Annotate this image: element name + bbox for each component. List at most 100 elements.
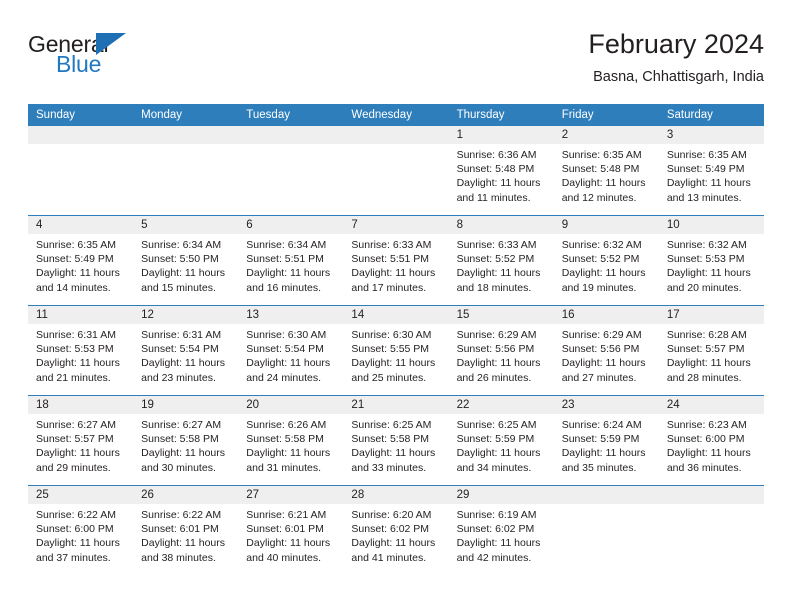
day-detail-line: and 42 minutes.	[456, 551, 532, 564]
day-number[interactable]: 26	[133, 486, 238, 504]
day-number[interactable]: 27	[238, 486, 343, 504]
day-number[interactable]: 7	[343, 216, 448, 234]
day-detail-line: and 18 minutes.	[456, 281, 532, 294]
day-detail-line: and 34 minutes.	[456, 461, 532, 474]
day-number[interactable]: 14	[343, 306, 448, 324]
day-detail-line: and 23 minutes.	[141, 371, 216, 384]
day-number[interactable]: 28	[343, 486, 448, 504]
day-number[interactable]: 9	[554, 216, 659, 234]
day-detail-line: Daylight: 11 hours	[666, 177, 751, 190]
day-number[interactable]: 17	[659, 306, 764, 324]
day-detail-line: Sunrise: 6:31 AM	[36, 329, 116, 341]
calendar-week-row: 11 12 13 14 15 16 17 Sunrise: 6:31 AM Sunset: 5:…	[28, 305, 764, 395]
day-detail-line: Sunset: 5:48 PM	[561, 163, 640, 176]
day-cell[interactable]: Sunrise: 6:25 AM Sunset: 5:59 PM Daylight:…	[449, 414, 554, 485]
day-number[interactable]: 29	[449, 486, 554, 504]
day-cell[interactable]: Sunrise: 6:19 AM Sunset: 6:02 PM Daylight:…	[449, 504, 554, 572]
day-cell[interactable]: Sunrise: 6:24 AM Sunset: 5:59 PM Daylight:…	[554, 414, 659, 485]
day-detail-line: and 12 minutes.	[561, 191, 637, 204]
day-cell[interactable]: Sunrise: 6:30 AM Sunset: 5:55 PM Daylight:…	[343, 324, 448, 395]
day-detail-line: Sunrise: 6:34 AM	[246, 239, 327, 251]
day-detail-line: Daylight: 11 hours	[141, 357, 225, 370]
day-number[interactable]: 10	[659, 216, 764, 234]
day-number[interactable]: 1	[449, 126, 554, 144]
day-number[interactable]: 19	[133, 396, 238, 414]
day-cell[interactable]: Sunrise: 6:35 AM Sunset: 5:49 PM Daylight:…	[28, 234, 133, 305]
day-cell[interactable]: Sunrise: 6:28 AM Sunset: 5:57 PM Daylight:…	[659, 324, 764, 395]
day-cell-empty	[343, 144, 448, 215]
day-detail-line: Sunrise: 6:35 AM	[666, 149, 747, 161]
day-number[interactable]: 24	[659, 396, 764, 414]
day-cell[interactable]: Sunrise: 6:29 AM Sunset: 5:56 PM Daylight:…	[554, 324, 659, 395]
day-detail-line: and 31 minutes.	[246, 461, 321, 474]
day-detail-line: Sunrise: 6:35 AM	[36, 239, 116, 251]
day-cell[interactable]: Sunrise: 6:23 AM Sunset: 6:00 PM Daylight:…	[659, 414, 764, 485]
week-daynumber-band: 123	[28, 126, 764, 144]
day-detail-line: and 21 minutes.	[36, 371, 111, 384]
day-cell[interactable]: Sunrise: 6:22 AM Sunset: 6:00 PM Daylight:…	[28, 504, 133, 572]
day-detail-line: and 15 minutes.	[141, 281, 216, 294]
day-detail-line: and 40 minutes.	[246, 551, 321, 564]
day-detail-line: Daylight: 11 hours	[456, 357, 541, 370]
week-daynumber-band: 11 12 13 14 15 16 17	[28, 306, 764, 324]
day-cell[interactable]: Sunrise: 6:35 AM Sunset: 5:49 PM Daylight:…	[659, 144, 764, 215]
calendar-week-row: 1 2 3 Sunrise: 6:36 AM Sunset: 5:48 PM Daylig…	[28, 126, 764, 215]
day-detail-line: Sunrise: 6:25 AM	[456, 419, 537, 431]
day-cell-empty	[28, 144, 133, 215]
brand-logo[interactable]: General Blue	[28, 28, 168, 76]
day-cell[interactable]: Sunrise: 6:21 AM Sunset: 6:01 PM Daylight:…	[238, 504, 343, 572]
day-cell[interactable]: Sunrise: 6:34 AM Sunset: 5:50 PM Daylight:…	[133, 234, 238, 305]
day-number[interactable]: 18	[28, 396, 133, 414]
day-cell[interactable]: Sunrise: 6:27 AM Sunset: 5:58 PM Daylight:…	[133, 414, 238, 485]
day-number[interactable]: 8	[449, 216, 554, 234]
day-detail-line: Daylight: 11 hours	[561, 357, 646, 370]
day-cell[interactable]: Sunrise: 6:32 AM Sunset: 5:53 PM Daylight:…	[659, 234, 764, 305]
day-number[interactable]: 11	[28, 306, 133, 324]
day-number[interactable]: 25	[28, 486, 133, 504]
day-cell-empty	[238, 144, 343, 215]
day-cell[interactable]: Sunrise: 6:35 AM Sunset: 5:48 PM Daylight:…	[554, 144, 659, 215]
day-cell[interactable]: Sunrise: 6:33 AM Sunset: 5:51 PM Daylight:…	[343, 234, 448, 305]
day-cell[interactable]: Sunrise: 6:27 AM Sunset: 5:57 PM Daylight:…	[28, 414, 133, 485]
day-cell[interactable]: Sunrise: 6:29 AM Sunset: 5:56 PM Daylight:…	[449, 324, 554, 395]
day-cell[interactable]: Sunrise: 6:26 AM Sunset: 5:58 PM Daylight:…	[238, 414, 343, 485]
day-number[interactable]: 3	[659, 126, 764, 144]
day-number[interactable]: 21	[343, 396, 448, 414]
day-number[interactable]: 6	[238, 216, 343, 234]
day-cell[interactable]: Sunrise: 6:20 AM Sunset: 6:02 PM Daylight:…	[343, 504, 448, 572]
day-number[interactable]: 22	[449, 396, 554, 414]
day-detail-line: Daylight: 11 hours	[456, 267, 541, 280]
day-number[interactable]: 5	[133, 216, 238, 234]
day-detail-line: Daylight: 11 hours	[351, 357, 436, 370]
day-cell[interactable]: Sunrise: 6:31 AM Sunset: 5:54 PM Daylight:…	[133, 324, 238, 395]
day-detail-line: Daylight: 11 hours	[246, 447, 331, 460]
day-number[interactable]: 15	[449, 306, 554, 324]
day-detail-line: and 27 minutes.	[561, 371, 637, 384]
day-detail-line: Sunrise: 6:26 AM	[246, 419, 327, 431]
day-cell[interactable]: Sunrise: 6:30 AM Sunset: 5:54 PM Daylight:…	[238, 324, 343, 395]
day-detail-line: and 16 minutes.	[246, 281, 321, 294]
day-number-empty	[343, 126, 448, 144]
day-cell[interactable]: Sunrise: 6:31 AM Sunset: 5:53 PM Daylight:…	[28, 324, 133, 395]
day-cell[interactable]: Sunrise: 6:25 AM Sunset: 5:58 PM Daylight:…	[343, 414, 448, 485]
day-number[interactable]: 12	[133, 306, 238, 324]
day-cell-empty	[659, 504, 764, 572]
day-number[interactable]: 16	[554, 306, 659, 324]
day-detail-line: Daylight: 11 hours	[561, 267, 646, 280]
day-cell[interactable]: Sunrise: 6:32 AM Sunset: 5:52 PM Daylight:…	[554, 234, 659, 305]
day-number[interactable]: 23	[554, 396, 659, 414]
day-number[interactable]: 13	[238, 306, 343, 324]
day-number[interactable]: 20	[238, 396, 343, 414]
day-cell[interactable]: Sunrise: 6:36 AM Sunset: 5:48 PM Daylight:…	[449, 144, 554, 215]
day-cell[interactable]: Sunrise: 6:22 AM Sunset: 6:01 PM Daylight:…	[133, 504, 238, 572]
day-detail-line: Sunset: 5:57 PM	[36, 433, 114, 446]
day-detail-line: Daylight: 11 hours	[456, 537, 541, 550]
day-detail-line: Sunrise: 6:30 AM	[351, 329, 432, 341]
day-cell[interactable]: Sunrise: 6:33 AM Sunset: 5:52 PM Daylight:…	[449, 234, 554, 305]
day-number[interactable]: 2	[554, 126, 659, 144]
calendar-grid: Sunday Monday Tuesday Wednesday Thursday Frid…	[28, 104, 764, 572]
day-cell[interactable]: Sunrise: 6:34 AM Sunset: 5:51 PM Daylight:…	[238, 234, 343, 305]
week-detail-band: Sunrise: 6:31 AM Sunset: 5:53 PM Daylight:…	[28, 324, 764, 395]
brand-flag-icon	[96, 33, 126, 55]
day-number[interactable]: 4	[28, 216, 133, 234]
